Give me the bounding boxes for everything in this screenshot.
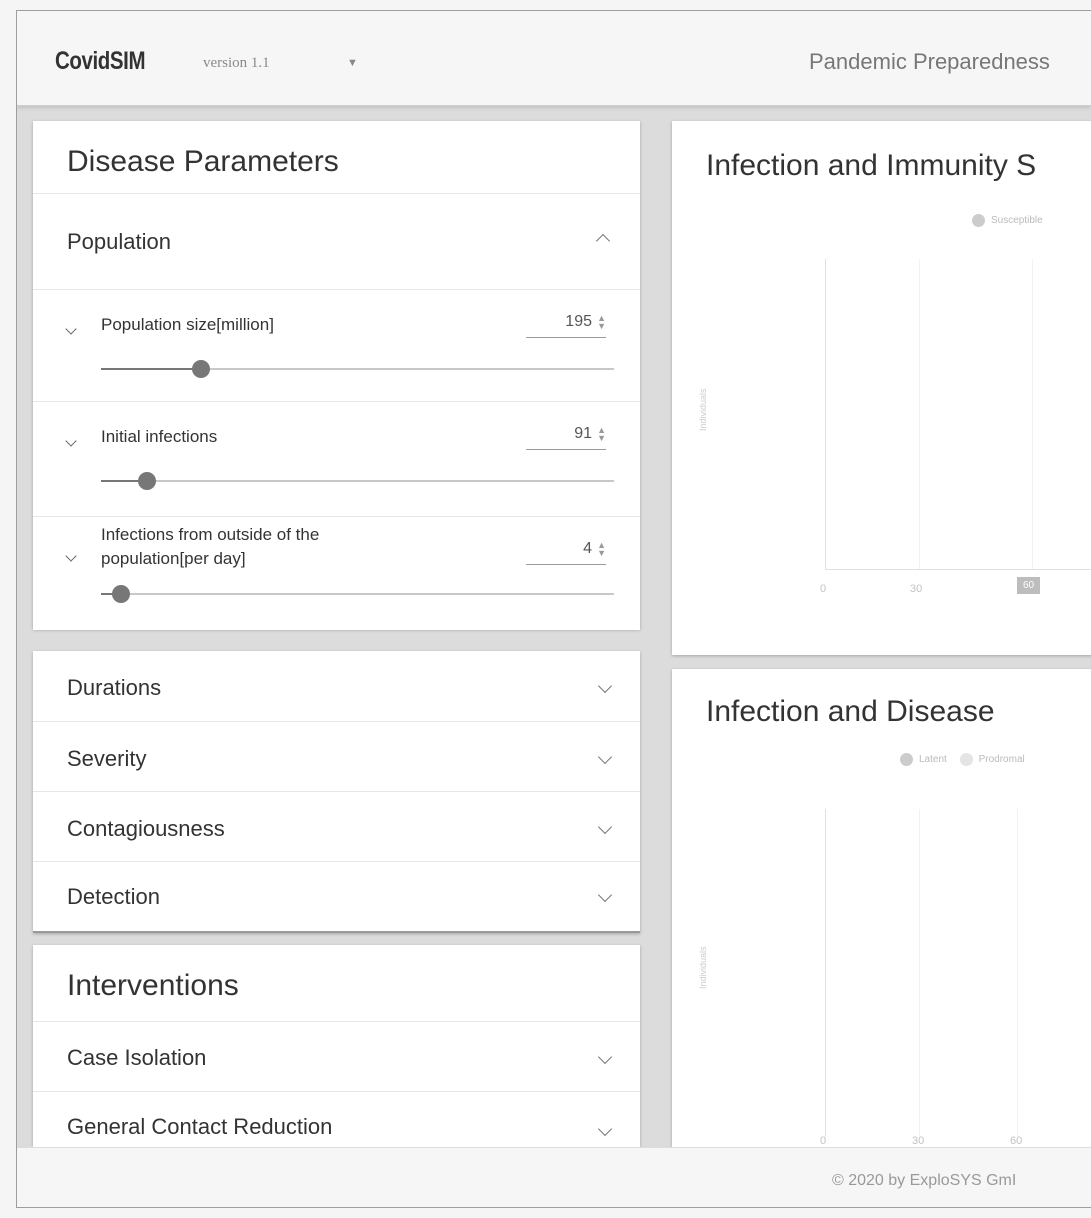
section-durations[interactable]: Durations: [33, 651, 640, 721]
footer: © 2020 by ExploSYS GmI: [17, 1147, 1091, 1207]
chevron-down-icon[interactable]: [65, 323, 77, 335]
param-population-size: Population size[million] 195 ▲ ▼: [33, 289, 640, 402]
legend-swatch: [972, 214, 985, 227]
section-case-isolation[interactable]: Case Isolation: [33, 1021, 640, 1091]
chart-legend[interactable]: Susceptible: [972, 214, 1043, 227]
slider-fill: [101, 368, 201, 370]
section-label: Durations: [67, 675, 162, 700]
legend-label: Prodromal: [978, 754, 1025, 766]
population-size-slider[interactable]: [101, 360, 614, 378]
chart-title: Infection and Disease: [706, 695, 995, 728]
y-axis: [825, 259, 826, 569]
legend-label: Susceptible: [991, 215, 1043, 227]
slider-thumb[interactable]: [192, 360, 210, 378]
section-severity[interactable]: Severity: [33, 721, 640, 791]
chevron-down-icon[interactable]: [65, 550, 77, 562]
x-axis: [825, 569, 1091, 570]
initial-infections-input[interactable]: 91 ▲ ▼: [526, 422, 606, 450]
input-value: 4: [583, 540, 592, 557]
spinner-icon[interactable]: ▲ ▼: [597, 426, 606, 443]
chevron-down-icon[interactable]: [597, 749, 613, 765]
param-label: Infections from outside of the populatio…: [101, 525, 320, 568]
y-axis-label: Individuals: [698, 388, 708, 431]
app-frame: CovidSIM version 1.1 ▼ Pandemic Prepared…: [16, 10, 1091, 1208]
chevron-down-icon[interactable]: [597, 678, 613, 694]
x-tick: 30: [912, 1135, 925, 1147]
chevron-down-icon[interactable]: [597, 819, 613, 835]
disease-parameters-card: Disease Parameters Population Population…: [33, 121, 640, 630]
x-tick: 0: [820, 583, 827, 595]
chevron-down-icon[interactable]: [597, 1121, 613, 1137]
section-label: General Contact Reduction: [67, 1114, 333, 1139]
chevron-up-icon[interactable]: [595, 233, 611, 249]
interventions-card: Interventions Case Isolation General Con…: [33, 945, 640, 1147]
gridline: [919, 259, 920, 569]
param-label: Initial infections: [101, 427, 218, 446]
app-brand[interactable]: CovidSIM: [55, 47, 146, 76]
chart-title: Infection and Immunity S: [706, 149, 1037, 182]
population-section-header[interactable]: Population: [33, 193, 640, 288]
gridline: [919, 809, 920, 1137]
legend-swatch: [900, 753, 913, 766]
section-label: Contagiousness: [67, 816, 225, 841]
top-app-bar: CovidSIM version 1.1 ▼ Pandemic Prepared…: [17, 11, 1091, 106]
crosshair-tooltip: 60: [1017, 577, 1041, 594]
y-axis-label: Individuals: [698, 946, 708, 989]
legend-swatch: [959, 753, 973, 766]
outside-infections-input[interactable]: 4 ▲ ▼: [526, 537, 606, 565]
x-tick: 30: [910, 583, 923, 595]
caret-down-icon[interactable]: ▼: [347, 57, 358, 69]
param-outside-infections: Infections from outside of the populatio…: [33, 516, 640, 630]
version-selector-label[interactable]: version 1.1: [203, 55, 270, 72]
slider-thumb[interactable]: [138, 472, 156, 490]
section-label: Case Isolation: [67, 1045, 207, 1070]
population-label: Population: [67, 229, 171, 254]
legend-label: Latent: [919, 754, 947, 766]
spinner-icon[interactable]: ▲ ▼: [597, 541, 606, 558]
param-label: Population size[million]: [101, 315, 274, 334]
y-axis: [825, 809, 826, 1137]
section-label: Severity: [67, 746, 147, 771]
interventions-title: Interventions: [67, 969, 239, 1002]
input-value: 91: [574, 425, 592, 442]
population-size-input[interactable]: 195 ▲ ▼: [526, 310, 606, 338]
chevron-down-icon[interactable]: [65, 435, 77, 447]
param-initial-infections: Initial infections 91 ▲ ▼: [33, 401, 640, 517]
initial-infections-slider[interactable]: [101, 472, 614, 490]
footer-copyright: © 2020 by ExploSYS GmI: [832, 1172, 1017, 1189]
section-label: Detection: [67, 884, 160, 909]
x-tick: 60: [1010, 1135, 1023, 1147]
disease-parameters-title: Disease Parameters: [67, 145, 339, 178]
spinner-icon[interactable]: ▲ ▼: [597, 314, 606, 331]
disease-sections-card: Durations Severity Contagiousness Detect…: [33, 651, 640, 933]
outside-infections-slider[interactable]: [101, 585, 614, 603]
section-contagiousness[interactable]: Contagiousness: [33, 791, 640, 861]
infection-disease-chart-card: Infection and Disease Latent Prodromal I…: [672, 669, 1091, 1147]
gridline: [1017, 809, 1018, 1137]
x-tick: 0: [820, 1135, 827, 1147]
slider-thumb[interactable]: [112, 585, 130, 603]
chevron-down-icon[interactable]: [597, 887, 613, 903]
infection-immunity-chart-card: Infection and Immunity S Susceptible Ind…: [672, 121, 1091, 655]
app-tagline: Pandemic Preparedness: [809, 49, 1050, 74]
gridline: [1032, 259, 1033, 569]
input-value: 195: [565, 313, 592, 330]
chevron-down-icon[interactable]: [597, 1049, 613, 1065]
chart-legend[interactable]: Latent Prodromal: [900, 753, 1025, 766]
section-detection[interactable]: Detection: [33, 861, 640, 931]
